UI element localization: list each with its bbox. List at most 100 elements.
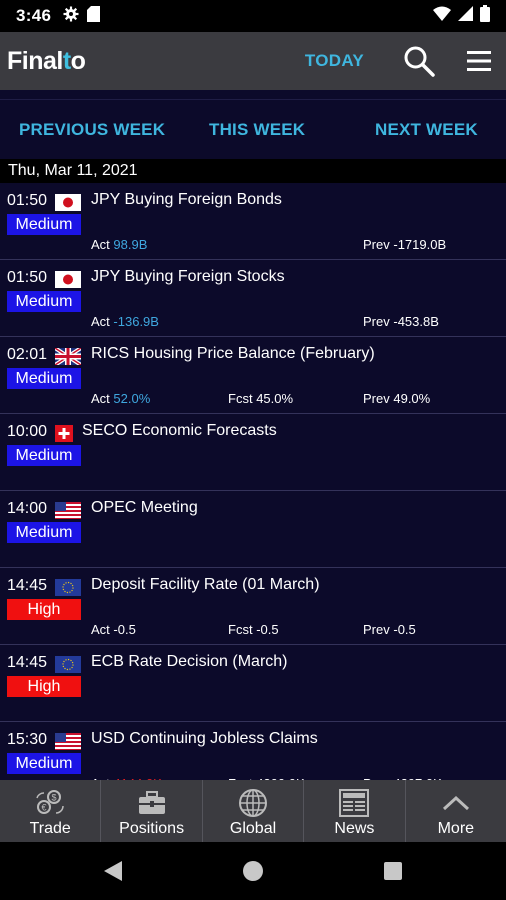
event-title: OPEC Meeting bbox=[91, 499, 198, 516]
event-stats: Act -136.9B Prev -453.8B bbox=[0, 314, 506, 332]
event-stats: Act 52.0% Fcst 45.0% Prev 49.0% bbox=[0, 391, 506, 409]
event-title: RICS Housing Price Balance (February) bbox=[91, 345, 375, 362]
tab-global[interactable]: Global bbox=[203, 780, 305, 842]
chevron-up-icon bbox=[441, 786, 471, 820]
newspaper-icon bbox=[339, 786, 370, 820]
forecast-label: Fcst bbox=[228, 622, 253, 637]
event-stats: Act -0.5 Fcst -0.5 Prev -0.5 bbox=[0, 622, 506, 640]
previous-label: Prev bbox=[363, 622, 390, 637]
tab-news[interactable]: News bbox=[304, 780, 406, 842]
previous-value: -1719.0B bbox=[393, 237, 447, 252]
event-time: 02:01 bbox=[7, 346, 48, 363]
event-row[interactable]: 14:45 ECB Rate Decision (March) High bbox=[0, 645, 506, 722]
actual-label: Act bbox=[91, 314, 110, 329]
previous-label: Prev bbox=[363, 237, 390, 252]
event-row[interactable]: 02:01 RICS Housing Price Balance (Februar… bbox=[0, 337, 506, 414]
tab-label: News bbox=[334, 820, 375, 837]
forecast: Fcst -0.5 bbox=[228, 622, 279, 637]
previous-label: Prev bbox=[363, 391, 390, 406]
tab-positions[interactable]: Positions bbox=[101, 780, 203, 842]
us-flag-icon bbox=[55, 733, 81, 750]
logo-accent: t bbox=[62, 46, 71, 75]
actual: Act 52.0% bbox=[91, 391, 150, 406]
importance-badge: Medium bbox=[7, 522, 81, 543]
this-week-button[interactable]: THIS WEEK bbox=[209, 120, 305, 140]
importance-badge: High bbox=[7, 676, 81, 697]
importance-badge: High bbox=[7, 599, 81, 620]
gear-icon bbox=[63, 6, 79, 27]
battery-icon bbox=[480, 5, 490, 27]
event-row[interactable]: 14:45 Deposit Facility Rate (01 March) Hig… bbox=[0, 568, 506, 645]
uk-flag-icon bbox=[55, 348, 81, 365]
briefcase-icon bbox=[138, 786, 166, 820]
globe-icon bbox=[238, 786, 268, 820]
event-title: ECB Rate Decision (March) bbox=[91, 653, 288, 670]
event-stats: Act 98.9B Prev -1719.0B bbox=[0, 237, 506, 255]
event-time: 01:50 bbox=[7, 269, 48, 286]
wifi-icon bbox=[433, 6, 451, 26]
next-week-button[interactable]: NEXT WEEK bbox=[375, 120, 478, 140]
event-time: 14:45 bbox=[7, 654, 48, 671]
tab-trade[interactable]: $ € Trade bbox=[0, 780, 102, 842]
recent-apps-icon[interactable] bbox=[384, 862, 402, 880]
sd-card-icon bbox=[87, 5, 101, 27]
forecast: Fcst 45.0% bbox=[228, 391, 293, 406]
event-title: JPY Buying Foreign Stocks bbox=[91, 268, 285, 285]
bottom-tab-bar: $ € Trade Positions Global News More bbox=[0, 780, 506, 842]
actual-value: -136.9B bbox=[113, 314, 159, 329]
logo-text: Final bbox=[7, 46, 63, 75]
tab-label: Global bbox=[229, 820, 277, 837]
forecast-value: -0.5 bbox=[256, 622, 279, 637]
event-title: Deposit Facility Rate (01 March) bbox=[91, 576, 320, 593]
event-row[interactable]: 14:00 OPEC Meeting Medium bbox=[0, 491, 506, 568]
calendar-content[interactable]: PREVIOUS WEEK THIS WEEK NEXT WEEK Thu, M… bbox=[0, 90, 506, 780]
event-title: SECO Economic Forecasts bbox=[82, 422, 277, 439]
ch-flag-icon bbox=[55, 425, 81, 442]
previous: Prev -1719.0B bbox=[363, 237, 446, 252]
eu-flag-icon bbox=[55, 656, 81, 673]
importance-badge: Medium bbox=[7, 753, 81, 774]
event-time: 14:00 bbox=[7, 500, 48, 517]
previous: Prev 49.0% bbox=[363, 391, 430, 406]
actual-value: -0.5 bbox=[113, 622, 136, 637]
forecast-value: 45.0% bbox=[256, 391, 294, 406]
hamburger-menu-icon[interactable] bbox=[466, 44, 492, 78]
previous-label: Prev bbox=[363, 314, 390, 329]
jp-flag-icon bbox=[55, 194, 81, 211]
event-row[interactable]: 10:00 SECO Economic Forecasts Medium bbox=[0, 414, 506, 491]
svg-text:$: $ bbox=[52, 793, 57, 803]
actual-label: Act bbox=[91, 391, 110, 406]
search-icon[interactable] bbox=[402, 44, 436, 78]
event-row[interactable]: 01:50 JPY Buying Foreign Bonds Medium Act 9… bbox=[0, 183, 506, 260]
status-time: 3:46 bbox=[16, 6, 52, 25]
importance-badge: Medium bbox=[7, 214, 81, 235]
importance-badge: Medium bbox=[7, 445, 81, 466]
previous-week-button[interactable]: PREVIOUS WEEK bbox=[19, 120, 165, 140]
system-navigation-bar bbox=[0, 842, 506, 900]
status-bar: 3:46 bbox=[0, 0, 506, 32]
tab-label: More bbox=[437, 820, 475, 837]
home-icon[interactable] bbox=[243, 861, 263, 881]
logo-text-end: o bbox=[70, 46, 86, 75]
event-row[interactable]: 01:50 JPY Buying Foreign Stocks Medium Act … bbox=[0, 260, 506, 337]
previous-value: 49.0% bbox=[393, 391, 431, 406]
event-row[interactable]: 15:30 USD Continuing Jobless Claims Medium… bbox=[0, 722, 506, 780]
back-icon[interactable] bbox=[103, 860, 123, 887]
previous-value: -0.5 bbox=[393, 622, 416, 637]
importance-badge: Medium bbox=[7, 368, 81, 389]
previous: Prev -453.8B bbox=[363, 314, 439, 329]
event-time: 10:00 bbox=[7, 423, 48, 440]
date-header: Thu, Mar 11, 2021 bbox=[0, 159, 506, 183]
week-navigation: PREVIOUS WEEK THIS WEEK NEXT WEEK bbox=[0, 99, 506, 159]
actual: Act 98.9B bbox=[91, 237, 147, 252]
actual-label: Act bbox=[91, 622, 110, 637]
event-title: USD Continuing Jobless Claims bbox=[91, 730, 318, 747]
event-time: 15:30 bbox=[7, 731, 48, 748]
actual-label: Act bbox=[91, 237, 110, 252]
tab-label: Trade bbox=[29, 820, 71, 837]
tab-more[interactable]: More bbox=[406, 780, 506, 842]
event-time: 14:45 bbox=[7, 577, 48, 594]
actual: Act -0.5 bbox=[91, 622, 136, 637]
app-bar: Final t o TODAY bbox=[0, 32, 506, 90]
today-button[interactable]: TODAY bbox=[305, 51, 364, 71]
